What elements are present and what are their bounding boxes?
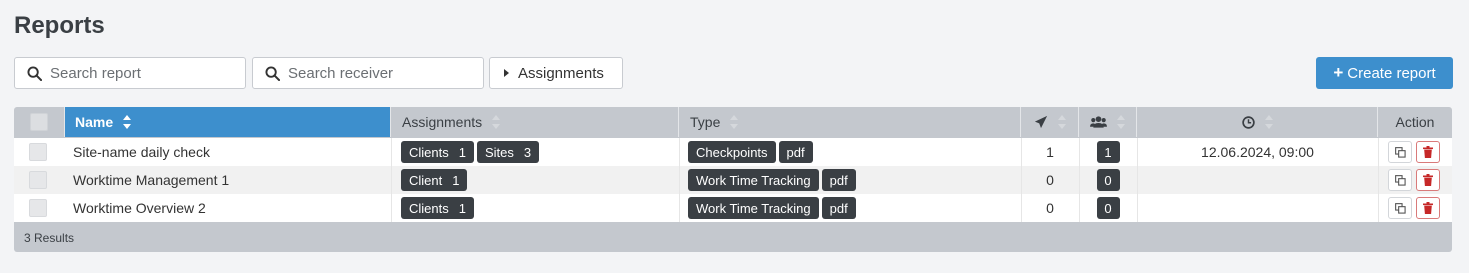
clock-icon <box>1241 115 1255 129</box>
column-header-assignments[interactable]: Assignments <box>391 107 679 137</box>
receivers-cell: 1 <box>1079 138 1137 166</box>
assignments-filter-button[interactable]: Assignments <box>489 57 623 89</box>
assignments-cell: Clients 1 <box>401 194 477 222</box>
plus-icon: + <box>1333 63 1344 82</box>
type-cell: Work Time Tracking pdf <box>688 166 859 194</box>
search-icon <box>27 65 42 81</box>
delete-button[interactable] <box>1416 169 1440 191</box>
action-cell <box>1388 194 1444 222</box>
assignment-badge: Sites 3 <box>476 141 540 163</box>
column-header-receivers[interactable] <box>1079 107 1137 137</box>
sort-icon <box>1057 115 1066 129</box>
action-cell <box>1388 166 1444 194</box>
search-report-input[interactable] <box>50 64 230 82</box>
sort-icon <box>492 115 501 129</box>
duplicate-button[interactable] <box>1388 141 1412 163</box>
sort-icon <box>1117 115 1125 129</box>
column-header-name[interactable]: Name <box>65 107 391 137</box>
schedule-time <box>1137 166 1378 194</box>
assignments-cell: Clients 1 Sites 3 <box>401 138 542 166</box>
column-label-action: Action <box>1395 114 1435 130</box>
caret-right-icon <box>504 69 509 77</box>
schedule-time: 12.06.2024, 09:00 <box>1201 144 1314 160</box>
column-header-schedule[interactable] <box>1137 107 1378 137</box>
row-checkbox[interactable] <box>29 143 47 161</box>
delete-button[interactable] <box>1416 141 1440 163</box>
table-row[interactable]: Worktime Overview 2 Clients 1 Work Time T… <box>14 194 1452 222</box>
type-badge: Checkpoints <box>688 141 776 163</box>
select-all-cell <box>14 107 65 137</box>
assignments-cell: Client 1 <box>401 166 470 194</box>
trash-icon <box>1423 146 1433 158</box>
column-label-assignments: Assignments <box>402 114 483 130</box>
paper-plane-icon <box>1034 115 1047 129</box>
row-select-cell <box>29 138 47 166</box>
format-badge: pdf <box>821 197 856 219</box>
sent-count: 1 <box>1046 144 1054 160</box>
delete-button[interactable] <box>1416 197 1440 219</box>
assignments-filter-label: Assignments <box>518 64 604 82</box>
assignment-badge: Clients 1 <box>401 197 474 219</box>
create-report-button[interactable]: + Create report <box>1316 57 1453 89</box>
assignment-badge: Client 1 <box>401 169 468 191</box>
page-title: Reports <box>14 12 105 39</box>
column-label-type: Type <box>690 114 721 130</box>
search-icon <box>265 65 280 81</box>
table-row[interactable]: Worktime Management 1 Client 1 Work Time … <box>14 166 1452 194</box>
type-cell: Work Time Tracking pdf <box>688 194 859 222</box>
type-badge: Work Time Tracking <box>688 169 819 191</box>
assignment-badge: Clients 1 <box>401 141 474 163</box>
duplicate-button[interactable] <box>1388 197 1412 219</box>
duplicate-button[interactable] <box>1388 169 1412 191</box>
column-header-sent[interactable] <box>1021 107 1079 137</box>
table-row[interactable]: Site-name daily check Clients 1 Sites 3 Ch… <box>14 138 1452 166</box>
search-receiver-input[interactable] <box>288 64 468 82</box>
trash-icon <box>1423 202 1433 214</box>
format-badge: pdf <box>821 169 856 191</box>
receivers-badge: 1 <box>1096 141 1120 163</box>
select-all-checkbox[interactable] <box>30 113 48 131</box>
table-header: Name Assignments Type Action <box>14 107 1452 137</box>
reports-table: Name Assignments Type Action Site-name d… <box>14 107 1452 252</box>
column-header-action: Action <box>1378 107 1452 137</box>
receivers-cell: 0 <box>1079 194 1137 222</box>
receivers-badge: 0 <box>1096 197 1120 219</box>
sort-icon <box>123 115 132 129</box>
type-badge: Work Time Tracking <box>688 197 819 219</box>
search-report-field[interactable] <box>14 57 246 89</box>
search-receiver-field[interactable] <box>252 57 484 89</box>
schedule-time <box>1137 194 1378 222</box>
row-checkbox[interactable] <box>29 199 47 217</box>
receivers-cell: 0 <box>1079 166 1137 194</box>
action-cell <box>1388 138 1444 166</box>
report-name[interactable]: Site-name daily check <box>73 138 210 166</box>
copy-icon <box>1394 146 1406 158</box>
copy-icon <box>1394 202 1406 214</box>
row-select-cell <box>29 194 47 222</box>
column-label-name: Name <box>75 114 114 130</box>
results-count: 3 Results <box>24 230 75 245</box>
sort-icon <box>730 115 739 129</box>
type-cell: Checkpoints pdf <box>688 138 816 166</box>
sort-icon <box>1264 115 1273 129</box>
receivers-badge: 0 <box>1096 169 1120 191</box>
format-badge: pdf <box>778 141 813 163</box>
copy-icon <box>1394 174 1406 186</box>
report-name[interactable]: Worktime Overview 2 <box>73 194 206 222</box>
users-icon <box>1090 116 1107 128</box>
trash-icon <box>1423 174 1433 186</box>
sent-count: 0 <box>1046 172 1054 188</box>
sent-count: 0 <box>1046 200 1054 216</box>
report-name[interactable]: Worktime Management 1 <box>73 166 229 194</box>
create-report-label: Create report <box>1347 64 1436 82</box>
row-select-cell <box>29 166 47 194</box>
row-checkbox[interactable] <box>29 171 47 189</box>
column-header-type[interactable]: Type <box>679 107 1021 137</box>
